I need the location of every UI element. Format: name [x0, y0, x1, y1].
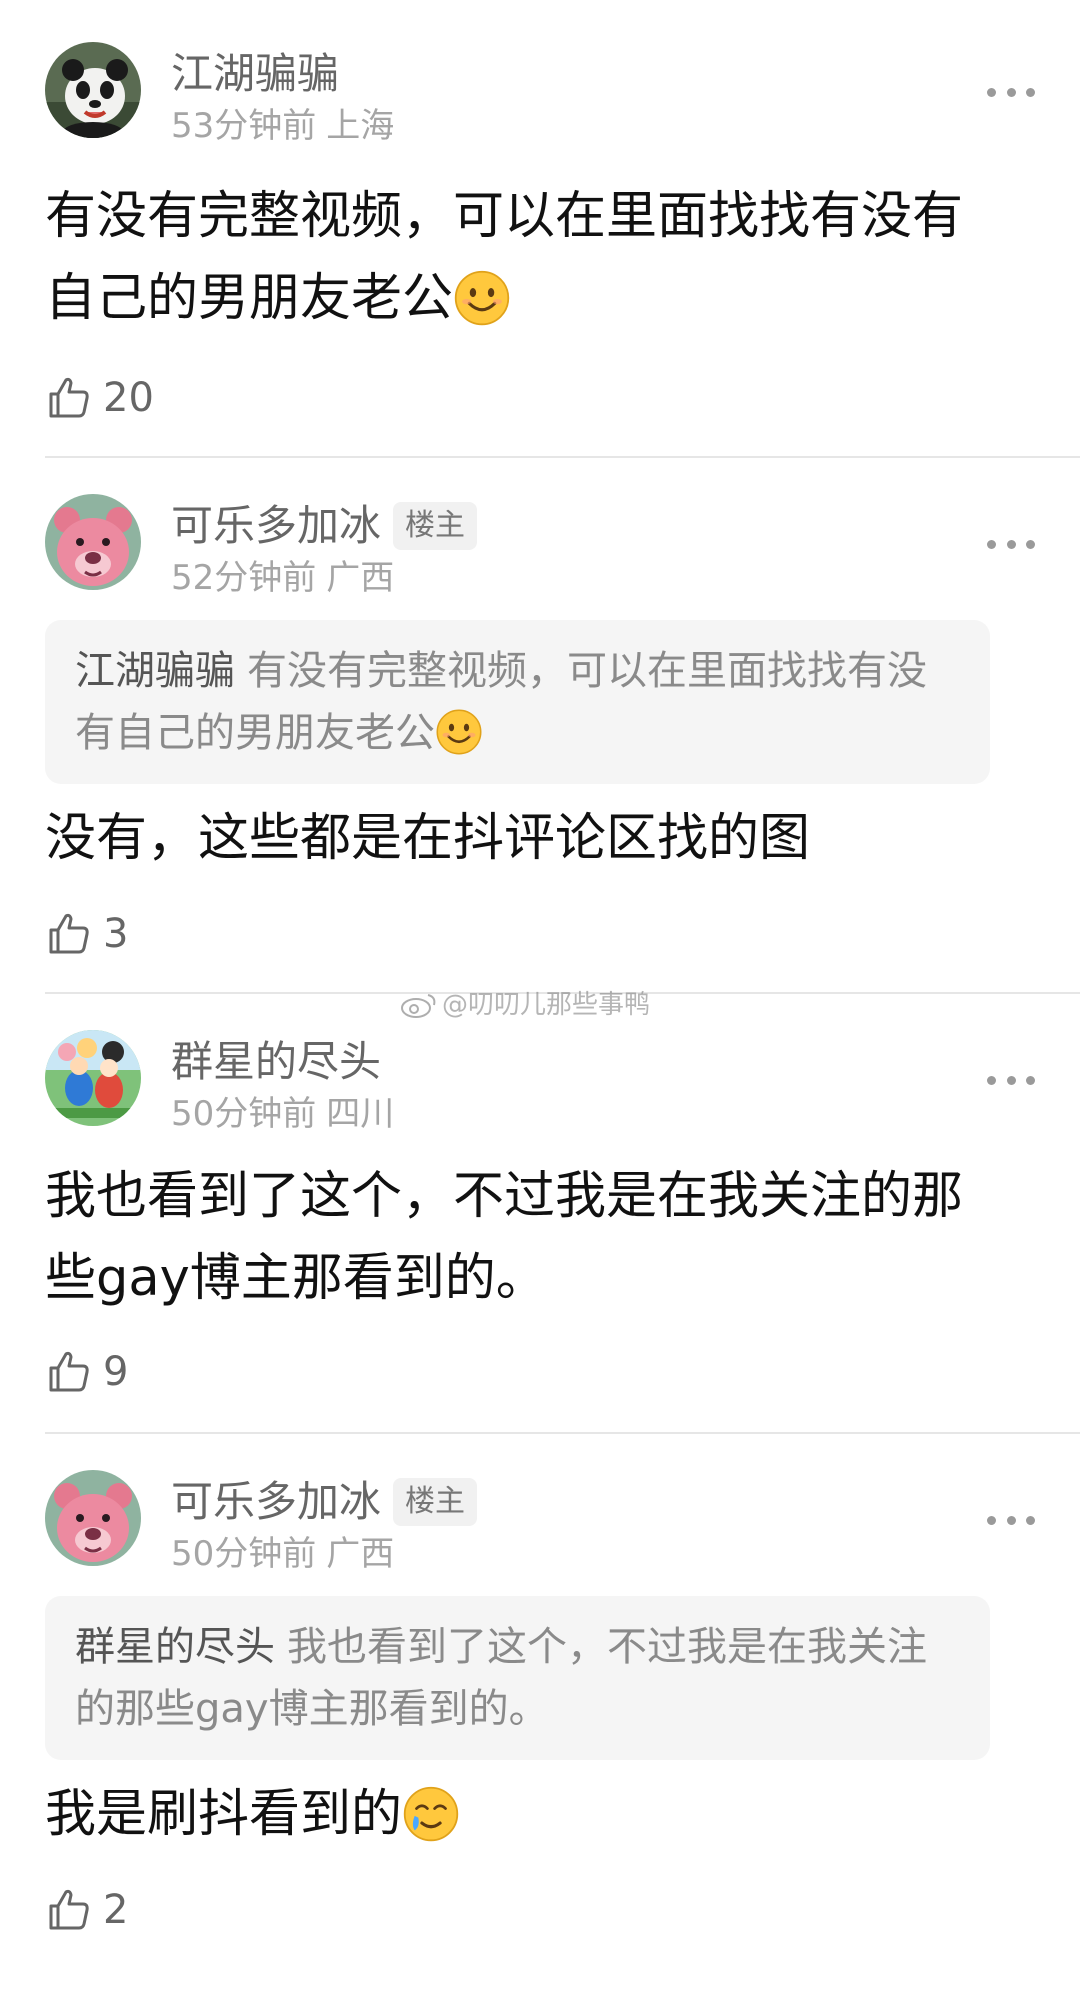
comment-item: 可乐多加冰 楼主 50分钟前 广西 群星的尽头 我也看到了这个，不过我是在我关注的那…: [0, 1434, 1080, 1940]
more-options-button[interactable]: [987, 1066, 1035, 1094]
comment-text-content: 我也看到了这个，不过我是在我关注的那些gay博主那看到的。: [45, 1167, 964, 1308]
comment-feed: 江湖骗骗 53分钟前上海 有没有完整视频，可以在里面找找有没有自己的男朋友老公: [0, 0, 1080, 1940]
more-dot: [1006, 87, 1016, 97]
like-count: 3: [103, 911, 129, 957]
comment-meta: 50分钟前 四川: [171, 1092, 394, 1136]
comment-time: 50分钟前: [171, 1534, 317, 1574]
comment-text-content: 没有，这些都是在抖评论区找的图: [45, 809, 811, 868]
comment-meta: 50分钟前 广西: [171, 1532, 394, 1576]
user-name[interactable]: 江湖骗骗: [171, 48, 339, 100]
more-dot: [1006, 539, 1016, 549]
comment-header: 可乐多加冰 楼主 50分钟前 广西: [45, 1470, 1035, 1578]
op-badge: 楼主: [393, 1478, 478, 1526]
comment-time: 50分钟前: [171, 1094, 317, 1134]
like-count: 2: [103, 1887, 129, 1933]
smile-emoji-icon: [436, 709, 482, 755]
more-dot: [987, 1515, 996, 1525]
comment-text-content: 我是刷抖看到的: [45, 1785, 403, 1844]
comment-text: 我是刷抖看到的: [45, 1774, 995, 1856]
more-dot: [987, 1075, 996, 1085]
comment-header: 可乐多加冰 楼主 52分钟前 广西: [45, 494, 1035, 602]
more-options-button[interactable]: [987, 530, 1035, 558]
like-button[interactable]: 20: [45, 368, 1035, 428]
smile-emoji-icon: [454, 270, 510, 326]
comment-header: 江湖骗骗 53分钟前 上海: [45, 42, 1035, 150]
quote-author: 群星的尽头: [75, 1624, 275, 1670]
user-name[interactable]: 可乐多加冰: [171, 500, 381, 552]
comment-location: 四川: [326, 1094, 395, 1134]
more-options-button[interactable]: [987, 78, 1035, 106]
comment-text: 有没有完整视频，可以在里面找找有没有自己的男朋友老公: [45, 176, 995, 340]
like-button[interactable]: 2: [45, 1880, 1035, 1940]
user-name[interactable]: 群星的尽头: [171, 1036, 381, 1088]
tearful-smile-emoji-icon: [403, 1786, 459, 1842]
more-dot: [1026, 1515, 1035, 1525]
more-dot: [1026, 87, 1035, 97]
quote-author: 江湖骗骗: [75, 648, 235, 694]
like-button[interactable]: 3: [45, 904, 1035, 964]
thumbs-up-icon: [49, 1889, 89, 1930]
avatar-lotso[interactable]: [45, 1470, 141, 1566]
more-options-button[interactable]: [987, 1506, 1035, 1534]
comment-location: 广西: [326, 1534, 395, 1574]
comment-item: 江湖骗骗 53分钟前上海 有没有完整视频，可以在里面找找有没有自己的男朋友老公: [0, 0, 1080, 428]
thumbs-up-icon: [49, 1351, 89, 1392]
quoted-comment[interactable]: 江湖骗骗 有没有完整视频，可以在里面找找有没有自己的男朋友老公: [45, 620, 990, 784]
like-button[interactable]: 9: [45, 1342, 1035, 1402]
user-name-row: 江湖骗骗: [171, 48, 339, 100]
watermark: @叨叨儿那些事鸭: [400, 984, 650, 1021]
comment-location: 广西: [326, 558, 395, 598]
comment-location: 上海: [326, 106, 395, 146]
comment-meta: 52分钟前 广西: [171, 556, 394, 600]
more-dot: [987, 539, 996, 549]
comment-item: 可乐多加冰 楼主 52分钟前 广西 江湖骗骗 有没有完整视频，可以在里面找找有没有自…: [0, 458, 1080, 964]
comment-time: 53分钟前: [171, 106, 317, 146]
user-name[interactable]: 可乐多加冰: [171, 1476, 381, 1528]
comment-time: 52分钟前: [171, 558, 317, 598]
quoted-comment[interactable]: 群星的尽头 我也看到了这个，不过我是在我关注的那些gay博主那看到的。: [45, 1596, 990, 1760]
avatar-panda[interactable]: [45, 42, 141, 138]
more-dot: [1026, 1075, 1035, 1085]
comment-item: 群星的尽头 50分钟前 四川 我也看到了这个，不过我是在我关注的那些gay博主那看…: [0, 994, 1080, 1402]
thumbs-up-icon: [49, 377, 89, 418]
thumbs-up-icon: [49, 913, 89, 954]
comment-meta: 53分钟前 上海: [171, 104, 394, 148]
user-name-row: 可乐多加冰 楼主: [171, 500, 478, 552]
user-name-row: 可乐多加冰 楼主: [171, 1476, 478, 1528]
comment-text: 我也看到了这个，不过我是在我关注的那些gay博主那看到的。: [45, 1156, 995, 1320]
more-dot: [1006, 1075, 1016, 1085]
comment-header: 群星的尽头 50分钟前 四川: [45, 1030, 1035, 1138]
more-dot: [987, 87, 996, 97]
user-name-row: 群星的尽头: [171, 1036, 381, 1088]
more-dot: [1026, 539, 1035, 549]
like-count: 9: [103, 1349, 129, 1395]
comment-text: 没有，这些都是在抖评论区找的图: [45, 798, 995, 880]
avatar-cartoon[interactable]: [45, 1030, 141, 1126]
watermark-text: @叨叨儿那些事鸭: [442, 990, 651, 1020]
like-count: 20: [103, 375, 154, 421]
more-dot: [1006, 1515, 1016, 1525]
weibo-logo-icon: [401, 994, 436, 1018]
avatar-lotso[interactable]: [45, 494, 141, 590]
op-badge: 楼主: [393, 502, 478, 550]
